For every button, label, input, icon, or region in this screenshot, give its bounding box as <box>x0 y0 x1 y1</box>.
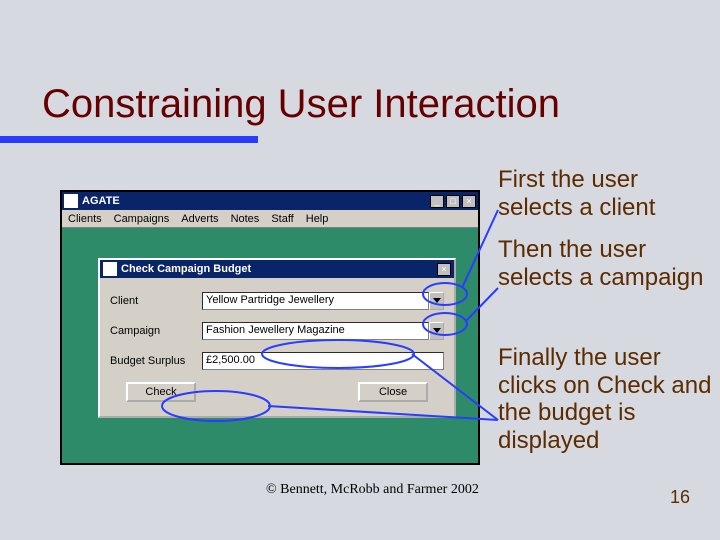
title-underline <box>0 136 258 143</box>
dialog-window: Check Campaign Budget × Client Yellow Pa… <box>98 258 456 418</box>
app-title: AGATE <box>82 195 430 207</box>
campaign-field[interactable]: Fashion Jewellery Magazine <box>202 322 429 340</box>
app-icon <box>64 194 78 208</box>
page-number: 16 <box>670 487 690 508</box>
check-button[interactable]: Check <box>126 382 196 402</box>
client-dropdown-icon[interactable] <box>429 292 444 310</box>
dialog-close-icon[interactable]: × <box>437 263 451 276</box>
client-field[interactable]: Yellow Partridge Jewellery <box>202 292 429 310</box>
label-campaign: Campaign <box>110 325 202 337</box>
main-window: AGATE _ □ × Clients Campaigns Adverts No… <box>60 190 480 465</box>
menu-notes[interactable]: Notes <box>231 213 260 225</box>
dialog-icon <box>103 262 117 276</box>
caption-1: First the user selects a client <box>498 166 708 221</box>
footer-text: © Bennett, McRobb and Farmer 2002 <box>266 482 479 498</box>
dialog-titlebar: Check Campaign Budget × <box>100 260 454 278</box>
close-icon[interactable]: × <box>462 195 476 208</box>
campaign-dropdown-icon[interactable] <box>429 322 444 340</box>
caption-3: Finally the user clicks on Check and the… <box>498 344 718 454</box>
main-titlebar: AGATE _ □ × <box>62 192 478 210</box>
dialog-title: Check Campaign Budget <box>121 263 437 275</box>
menu-staff[interactable]: Staff <box>271 213 293 225</box>
close-button[interactable]: Close <box>358 382 428 402</box>
menu-help[interactable]: Help <box>306 213 329 225</box>
menu-clients[interactable]: Clients <box>68 213 102 225</box>
menu-campaigns[interactable]: Campaigns <box>114 213 170 225</box>
menubar: Clients Campaigns Adverts Notes Staff He… <box>62 210 478 228</box>
minimize-icon[interactable]: _ <box>430 195 444 208</box>
label-budget: Budget Surplus <box>110 355 202 367</box>
label-client: Client <box>110 295 202 307</box>
budget-field: £2,500.00 <box>202 352 444 370</box>
caption-2: Then the user selects a campaign <box>498 236 708 291</box>
menu-adverts[interactable]: Adverts <box>181 213 218 225</box>
maximize-icon[interactable]: □ <box>446 195 460 208</box>
slide-title: Constraining User Interaction <box>42 82 560 127</box>
